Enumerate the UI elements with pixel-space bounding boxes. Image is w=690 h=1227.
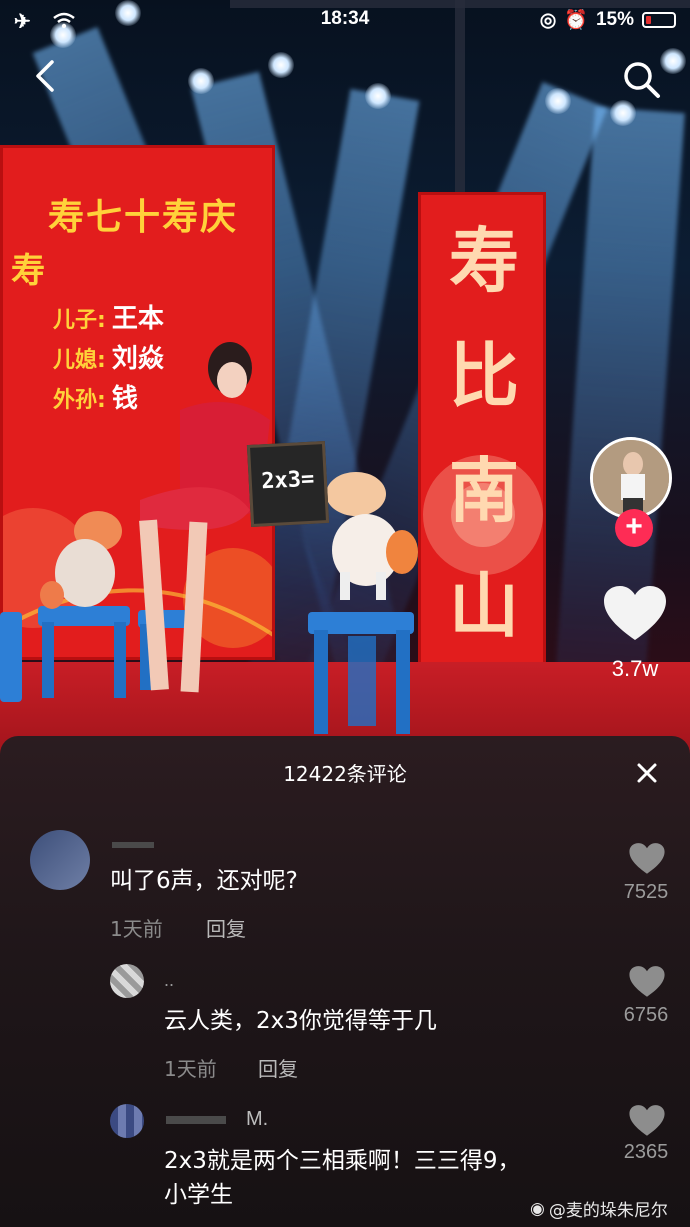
- follow-button[interactable]: +: [615, 509, 653, 547]
- stool-leg: [42, 622, 54, 698]
- creator-avatar[interactable]: [590, 437, 672, 519]
- heart-icon: [629, 843, 665, 874]
- heart-icon: [629, 1105, 665, 1136]
- banner-line-label: 外孙:: [53, 388, 106, 413]
- comment-avatar[interactable]: [30, 830, 90, 890]
- comment-time: 1天前: [164, 1057, 217, 1081]
- stage-light: [660, 48, 686, 74]
- comment-avatar[interactable]: [110, 964, 144, 998]
- comments-count-title: 12422条评论: [283, 762, 407, 786]
- banner-char: 南: [449, 449, 519, 532]
- stage-light: [545, 88, 571, 114]
- banner-char: 比: [449, 334, 519, 417]
- alarm-icon: ⏰: [564, 10, 588, 31]
- comment-like-count: 2365: [623, 1141, 669, 1163]
- comment-like-button[interactable]: [627, 842, 667, 876]
- stage-light: [268, 52, 294, 78]
- banner-line-name: 王本: [111, 304, 164, 334]
- battery-icon: [642, 12, 676, 28]
- back-arrow-icon: [36, 60, 54, 92]
- stage-light: [365, 83, 391, 109]
- comments-sheet: 12422条评论 叫了6声，还对呢? 1天前 回复 7525 .. 云人类，2x…: [0, 736, 690, 1227]
- banner-char: 寿: [449, 219, 519, 302]
- comment-like-count: 6756: [623, 1004, 669, 1026]
- banner-subtitle: 寿: [11, 251, 45, 291]
- stool-leg: [348, 636, 376, 726]
- video-frame[interactable]: 寿七十寿庆 寿 儿子: 王本 儿媳: 刘焱 外孙: 钱 寿 比 南 山 2x3=: [0, 0, 690, 760]
- close-button[interactable]: [632, 758, 662, 788]
- watermark-text: @麦的垛朱尼尔: [548, 1201, 668, 1221]
- heart-icon: [604, 586, 666, 640]
- banner-char: 山: [449, 564, 519, 647]
- right-stage-banner: 寿 比 南 山: [418, 192, 546, 670]
- username-redaction: [112, 842, 154, 848]
- comment-username[interactable]: ..: [164, 970, 174, 991]
- status-right-icons: ◎ ⏰ 15%: [540, 8, 676, 32]
- comment-text-continued: 小学生: [164, 1182, 233, 1208]
- battery-percent: 15%: [595, 9, 634, 30]
- reply-button[interactable]: 回复: [206, 913, 246, 942]
- stool-leg: [314, 630, 328, 734]
- comment-time: 1天前: [110, 917, 163, 941]
- rotation-lock-icon: ◎: [539, 9, 557, 31]
- close-icon: [637, 763, 657, 783]
- performer: [139, 342, 299, 693]
- username-redaction: [166, 1116, 226, 1124]
- stool-leg: [396, 630, 410, 734]
- like-count: 3.7w: [611, 656, 659, 681]
- banner-line: 儿子: 王本: [53, 298, 164, 335]
- like-button[interactable]: [602, 584, 668, 644]
- blue-stool: [0, 612, 22, 702]
- heart-icon: [629, 966, 665, 997]
- weibo-watermark: ◉ @麦的垛朱尼尔: [530, 1196, 668, 1222]
- comment-like-button[interactable]: [627, 1104, 667, 1138]
- search-button[interactable]: [620, 58, 662, 100]
- poodle-left: [40, 511, 122, 609]
- poodle-main: [326, 472, 418, 600]
- banner-line-label: 儿媳:: [53, 348, 106, 373]
- banner-line-label: 儿子:: [53, 308, 106, 333]
- back-button[interactable]: [30, 56, 60, 96]
- reply-button[interactable]: 回复: [258, 1053, 298, 1082]
- comment-username[interactable]: M.: [246, 1108, 268, 1131]
- search-icon: [624, 62, 660, 98]
- weibo-icon: ◉: [530, 1198, 545, 1219]
- banner-title: 寿七十寿庆: [47, 197, 238, 238]
- comment-text: 2x3就是两个三相乘啊！三三得9，: [164, 1148, 521, 1174]
- stage-light: [610, 100, 636, 126]
- comment-avatar[interactable]: [110, 1104, 144, 1138]
- comment-text: 叫了6声，还对呢?: [110, 868, 298, 894]
- comment-like-button[interactable]: [627, 965, 667, 999]
- comment-like-count: 7525: [623, 881, 669, 903]
- chalkboard-sign: 2x3=: [246, 441, 330, 527]
- avatar-image: [593, 440, 669, 516]
- stage-light: [188, 68, 214, 94]
- status-bar: ✈ 18:34 ◎ ⏰ 15%: [0, 0, 690, 40]
- comment-text: 云人类，2x3你觉得等于几: [164, 1008, 437, 1034]
